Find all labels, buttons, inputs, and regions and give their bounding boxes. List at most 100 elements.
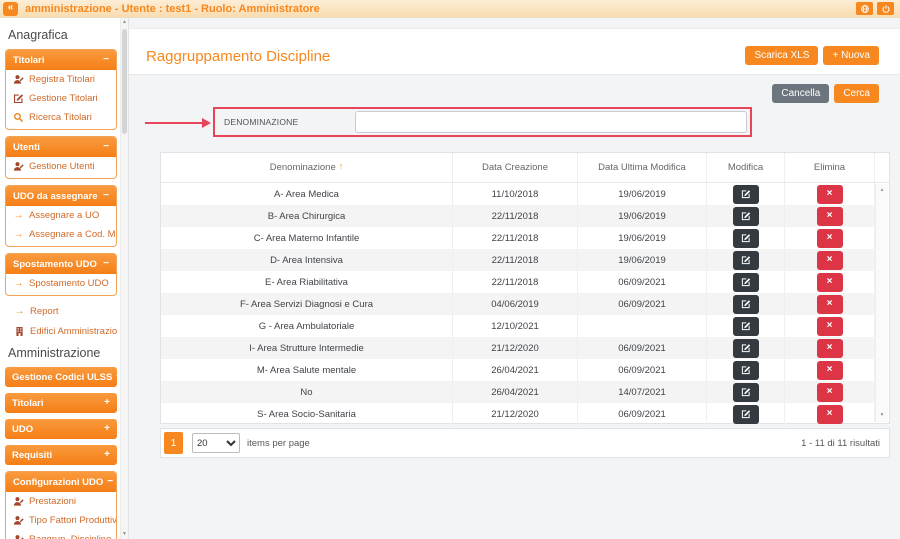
sidebar-item-ricerca-titolari[interactable]: Ricerca Titolari (6, 108, 116, 127)
edit-button[interactable] (733, 251, 759, 270)
edit-button[interactable] (733, 383, 759, 402)
column-header-modifica[interactable]: Modifica (707, 153, 785, 182)
sidebar-item-assegnare-a-cod-min[interactable]: →Assegnare a Cod. Min. (6, 225, 116, 244)
minus-icon: − (103, 259, 109, 269)
annotation-arrow-shaft (145, 122, 202, 124)
cell-modifica (707, 249, 785, 271)
cancella-button[interactable]: Cancella (772, 84, 829, 103)
edit-button[interactable] (733, 295, 759, 314)
edit-button[interactable] (733, 229, 759, 248)
items-per-page-label: items per page (247, 438, 310, 449)
column-header-data-creazione[interactable]: Data Creazione (453, 153, 578, 182)
scarica-xls-button[interactable]: Scarica XLS (745, 46, 818, 65)
sidebar-item-edifici-amministrazione[interactable]: Edifici Amministrazione (5, 322, 117, 341)
delete-button[interactable]: × (817, 185, 843, 204)
table-row: C- Area Materno Infantile22/11/201819/06… (161, 227, 875, 249)
sidebar-group-header-titolari[interactable]: Titolari− (6, 50, 116, 70)
scroll-down-icon[interactable]: ▼ (121, 530, 128, 539)
x-icon: × (827, 365, 833, 375)
delete-button[interactable]: × (817, 339, 843, 358)
sidebar-collapse-button[interactable]: « (3, 2, 18, 16)
cell-data-creazione: 22/11/2018 (453, 227, 578, 249)
delete-button[interactable]: × (817, 383, 843, 402)
person-icon (13, 161, 24, 172)
page-1-button[interactable]: 1 (164, 432, 183, 454)
edit-button[interactable] (733, 317, 759, 336)
sidebar-item-raggrup-discipline[interactable]: Raggrup. Discipline (6, 530, 116, 539)
scroll-up-icon[interactable]: ▲ (121, 18, 128, 27)
pagination-bar: 1 20 items per page 1 - 11 di 11 risulta… (160, 428, 890, 458)
page-size-select[interactable]: 20 (192, 433, 240, 453)
delete-button[interactable]: × (817, 273, 843, 292)
cell-data-creazione: 26/04/2021 (453, 359, 578, 381)
table-row: I- Area Strutture Intermedie21/12/202006… (161, 337, 875, 359)
sidebar-group-header-requisiti[interactable]: Requisiti + (5, 445, 117, 465)
delete-button[interactable]: × (817, 251, 843, 270)
topbar-actions (856, 2, 894, 15)
sidebar-group-header-configurazioni-udo[interactable]: Configurazioni UDO− (6, 472, 116, 492)
scroll-up-icon[interactable]: ▲ (876, 186, 888, 195)
cell-data-creazione: 22/11/2018 (453, 249, 578, 271)
sidebar-nav: AnagraficaTitolari−Registra TitolariGest… (0, 18, 120, 539)
cell-data-ultima-modifica: 06/09/2021 (578, 359, 707, 381)
cell-modifica (707, 403, 785, 425)
cell-elimina: × (785, 403, 875, 425)
sidebar-group-header-udo[interactable]: UDO+ (5, 419, 117, 439)
cell-data-ultima-modifica: 19/06/2019 (578, 205, 707, 227)
nuova-button[interactable]: + Nuova (823, 46, 879, 65)
sidebar-group-label: Requisiti (12, 450, 52, 461)
edit-button[interactable] (733, 339, 759, 358)
sidebar-group-header-gestione-codici-ulss[interactable]: Gestione Codici ULSS+ (5, 367, 117, 387)
sidebar-group-header-utenti[interactable]: Utenti− (6, 137, 116, 157)
sidebar-group-label: UDO (12, 424, 33, 435)
sidebar-item-prestazioni[interactable]: Prestazioni (6, 492, 116, 511)
scroll-down-icon[interactable]: ▼ (876, 411, 888, 420)
delete-button[interactable]: × (817, 229, 843, 248)
column-header-data-ultima-modifica[interactable]: Data Ultima Modifica (578, 153, 707, 182)
person-icon (13, 496, 24, 507)
edit-button[interactable] (733, 185, 759, 204)
sidebar-scrollbar: ▲ ▼ (120, 18, 128, 539)
cerca-button[interactable]: Cerca (834, 84, 879, 103)
sidebar-group-titolari: Titolari+ (5, 393, 117, 413)
globe-button[interactable] (856, 2, 873, 15)
sidebar-group-header-titolari[interactable]: Titolari+ (5, 393, 117, 413)
delete-button[interactable]: × (817, 295, 843, 314)
sidebar-item-tipo-fattori-produttivi[interactable]: Tipo Fattori Produttivi (6, 511, 116, 530)
sidebar-item-assegnare-a-uo[interactable]: →Assegnare a UO (6, 206, 116, 225)
sidebar-scrollbar-thumb[interactable] (122, 29, 127, 134)
delete-button[interactable]: × (817, 207, 843, 226)
sidebar-item-label: Prestazioni (29, 496, 76, 507)
sidebar-item-report[interactable]: →Report (5, 302, 117, 321)
cell-elimina: × (785, 205, 875, 227)
column-header-denominazione[interactable]: Denominazione↑ (161, 153, 453, 182)
delete-button[interactable]: × (817, 361, 843, 380)
sidebar-item-label: Gestione Titolari (29, 93, 98, 104)
sidebar-item-registra-titolari[interactable]: Registra Titolari (6, 70, 116, 89)
annotation-arrow-head (202, 118, 211, 128)
edit-button[interactable] (733, 207, 759, 226)
x-icon: × (827, 233, 833, 243)
sidebar-item-gestione-titolari[interactable]: Gestione Titolari (6, 89, 116, 108)
edit-button[interactable] (733, 405, 759, 424)
column-header-elimina[interactable]: Elimina (785, 153, 875, 182)
pencil-square-icon (741, 321, 751, 331)
edit-button[interactable] (733, 361, 759, 380)
cell-denominazione: C- Area Materno Infantile (161, 227, 453, 249)
plus-icon: + (104, 450, 110, 460)
sidebar-item-gestione-utenti[interactable]: Gestione Utenti (6, 157, 116, 176)
topbar: « amministrazione - Utente : test1 - Ruo… (0, 0, 900, 18)
denominazione-input[interactable] (355, 111, 747, 133)
sidebar-group-header-udo-da-assegnare[interactable]: UDO da assegnare− (6, 186, 116, 206)
edit-button[interactable] (733, 273, 759, 292)
sidebar-group-label: Titolari (13, 55, 45, 66)
delete-button[interactable]: × (817, 405, 843, 424)
cell-modifica (707, 227, 785, 249)
x-icon: × (827, 255, 833, 265)
power-button[interactable] (877, 2, 894, 15)
sidebar-item-spostamento-udo[interactable]: →Spostamento UDO (6, 274, 116, 293)
delete-button[interactable]: × (817, 317, 843, 336)
sidebar-item-label: Tipo Fattori Produttivi (29, 515, 116, 526)
minus-icon: − (103, 142, 109, 152)
sidebar-group-header-spostamento-udo[interactable]: Spostamento UDO− (6, 254, 116, 274)
